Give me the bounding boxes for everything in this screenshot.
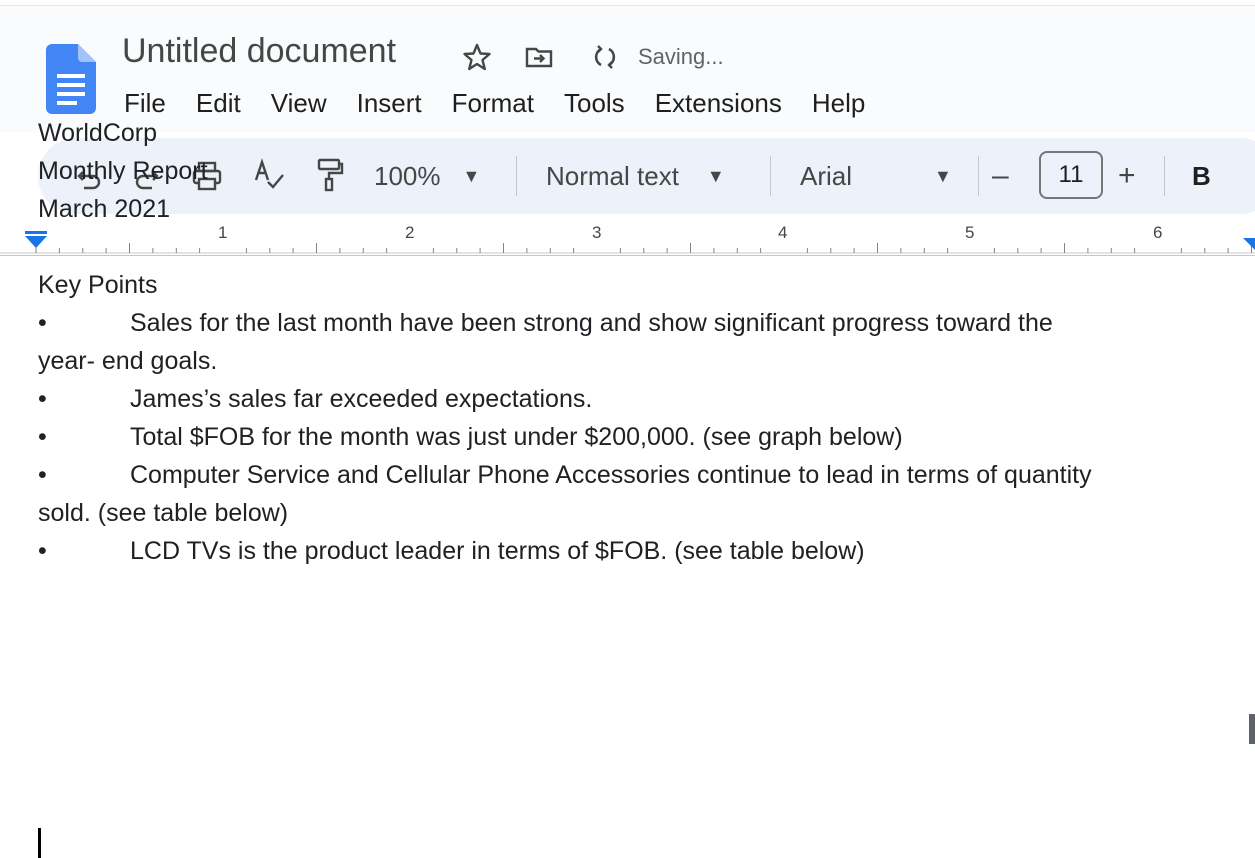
report-title: Monthly Report [38,157,208,185]
google-docs-logo-icon[interactable] [46,44,96,114]
bullet-text: Total $FOB for the month was just under … [130,423,903,451]
bullet-item: • Sales for the last month have been str… [38,304,1238,342]
bullet-item: • James’s sales far exceeded expectation… [38,380,1238,418]
bullet-symbol: • [38,385,47,413]
move-to-folder-icon[interactable] [524,42,554,72]
bullet-item: • Computer Service and Cellular Phone Ac… [38,456,1238,494]
bullet-text: LCD TVs is the product leader in terms o… [130,537,865,565]
bullet-continuation: sold. (see table below) [38,499,289,527]
bullet-text: Sales for the last month have been stron… [130,309,1053,337]
document-body[interactable]: WorldCorp Monthly Report March 2021 Key … [38,114,1238,570]
bullet-symbol: • [38,537,47,565]
bullet-symbol: • [38,423,47,451]
scrollbar-thumb[interactable] [1249,714,1255,744]
text-cursor [38,828,41,858]
bullet-symbol: • [38,461,47,489]
company-name: WorldCorp [38,119,158,147]
section-heading: Key Points [38,271,158,299]
report-date: March 2021 [38,195,171,223]
bullet-continuation: year- end goals. [38,347,218,375]
star-icon[interactable] [462,42,492,72]
saving-sync-icon [594,45,616,69]
bullet-item: • Total $FOB for the month was just unde… [38,418,1238,456]
document-title[interactable]: Untitled document [122,32,396,71]
save-status: Saving... [638,44,724,69]
bullet-item: • LCD TVs is the product leader in terms… [38,532,1238,570]
bullet-text: Computer Service and Cellular Phone Acce… [130,461,1092,489]
bullet-symbol: • [38,309,47,337]
right-indent-marker-icon[interactable] [1243,238,1255,250]
